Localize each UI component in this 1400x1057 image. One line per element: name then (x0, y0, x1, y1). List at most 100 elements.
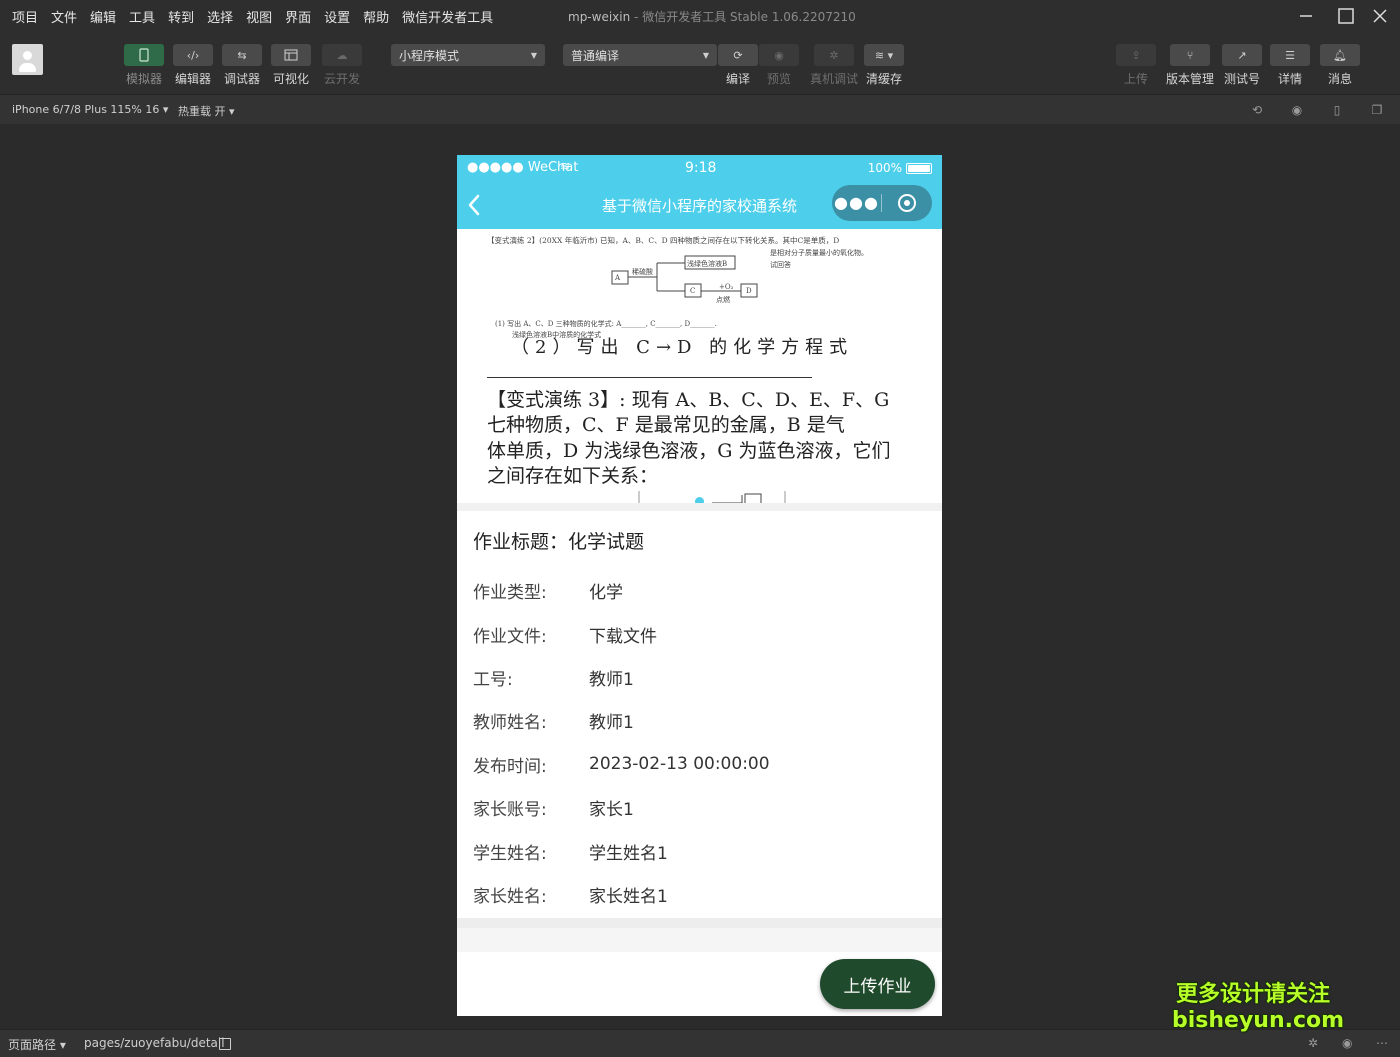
menu-select[interactable]: 选择 (207, 7, 233, 26)
menu-tools[interactable]: 工具 (129, 7, 155, 26)
tool-clear-cache[interactable]: ≋ ▾ 清缓存 (864, 44, 904, 87)
bug-icon[interactable]: ✲ (1308, 1036, 1318, 1050)
arrow-label: 稀硫酸 (632, 268, 653, 276)
tool-cloud-label: 云开发 (323, 72, 360, 86)
close-target-icon[interactable] (882, 194, 931, 212)
mode-select[interactable]: 小程序模式 ▼ (391, 44, 545, 66)
branch-icon: ⑂ (1170, 44, 1210, 66)
device-select[interactable]: iPhone 6/7/8 Plus 115% 16 ▾ (12, 103, 168, 116)
external-link-icon: ↗ (1222, 44, 1262, 66)
swiper-indicator-dot[interactable] (695, 497, 704, 503)
page-path: pages/zuoyefabu/detail (84, 1036, 225, 1050)
menu-view[interactable]: 视图 (246, 7, 272, 26)
arrow-label: +O₂ (719, 283, 734, 291)
chevron-down-icon: ▼ (530, 50, 537, 60)
minimize-button[interactable] (1286, 0, 1326, 32)
menu-project[interactable]: 项目 (12, 7, 38, 26)
copy-icon[interactable] (219, 1038, 231, 1050)
hot-reload-select[interactable]: 热重载 开 ▾ (178, 103, 235, 119)
tool-preview[interactable]: ◉ 预览 (759, 44, 799, 87)
tool-remote-debug[interactable]: ✲ 真机调试 (810, 44, 858, 87)
detail-row-publish-time: 发布时间: 2023-02-13 00:00:00 (473, 743, 926, 786)
eye-icon[interactable]: ◉ (1342, 1036, 1352, 1050)
tool-debugger[interactable]: ⇆ 调试器 (222, 44, 262, 87)
tool-editor[interactable]: ‹/› 编辑器 (173, 44, 213, 87)
close-window-button[interactable] (1360, 0, 1400, 32)
tool-compile[interactable]: ⟳ 编译 (718, 44, 758, 87)
watermark-line: bisheyun.com (1172, 1008, 1345, 1033)
tool-test-account[interactable]: ↗ 测试号 (1222, 44, 1262, 87)
tool-version-label: 版本管理 (1166, 72, 1215, 86)
maximize-icon (1338, 8, 1354, 24)
avatar-head (23, 51, 32, 60)
compile-select-value: 普通编译 (571, 48, 620, 63)
menu-wechat-devtools[interactable]: 微信开发者工具 (402, 7, 493, 26)
more-icon[interactable]: ⋯ (1376, 1036, 1388, 1050)
field-label: 作业文件: (473, 626, 547, 647)
tool-cloud[interactable]: ☁ 云开发 (322, 44, 362, 87)
doc-paragraph: 体单质，D 为浅绿色溶液，G 为蓝色溶液，它们 (487, 440, 891, 462)
field-label: 学生姓名: (473, 843, 547, 864)
detail-row-teacher-name: 教师姓名: 教师1 (473, 699, 926, 742)
rotate-icon[interactable]: ⟲ (1249, 102, 1265, 118)
detail-row-student-name: 学生姓名: 学生姓名1 (473, 829, 926, 872)
menu-file[interactable]: 文件 (51, 7, 77, 26)
tool-messages-label: 消息 (1327, 72, 1352, 86)
close-icon (1373, 9, 1387, 23)
upload-homework-button[interactable]: 上传作业 (820, 959, 935, 1009)
doc-line: 是相对分子质量最小的氧化物。 (770, 249, 868, 257)
refresh-icon: ⟳ (718, 44, 758, 66)
tool-simulator[interactable]: 模拟器 (124, 44, 164, 87)
battery-icon (906, 162, 932, 174)
menu-settings[interactable]: 设置 (324, 7, 350, 26)
doc-paragraph: 之间存在如下关系： (487, 465, 659, 487)
tool-details[interactable]: ☰ 详情 (1270, 44, 1310, 87)
detach-window-icon[interactable]: ❐ (1369, 102, 1385, 118)
more-dots-icon[interactable]: ●●● (832, 195, 881, 211)
tool-visual[interactable]: 可视化 (271, 44, 311, 87)
window-title: mp-weixin - 微信开发者工具 Stable 1.06.2207210 (568, 8, 856, 25)
user-avatar[interactable] (12, 44, 43, 75)
image-swiper[interactable]: 【变式演练 2】(20XX 年临沂市) 已知，A、B、C、D 四种物质之间存在以… (457, 229, 942, 511)
menu-edit[interactable]: 编辑 (90, 7, 116, 26)
detail-row-parent-account: 家长账号: 家长1 (473, 786, 926, 829)
download-file-link[interactable]: 下载文件 (589, 622, 657, 647)
doc-question: (1) 写出 A、C、D 三种物质的化学式: A_______, C______… (495, 320, 717, 328)
battery-percent: 100% (867, 161, 902, 175)
page-path-select[interactable]: 页面路径 ▾ (8, 1036, 66, 1053)
compile-select[interactable]: 普通编译 ▼ (563, 44, 717, 66)
tool-remote-debug-label: 真机调试 (810, 72, 859, 86)
menu-help[interactable]: 帮助 (363, 7, 389, 26)
menu-interface[interactable]: 界面 (285, 7, 311, 26)
menu-icon: ☰ (1270, 44, 1310, 66)
tool-upload[interactable]: ⇪ 上传 (1116, 44, 1156, 87)
field-value: 家长1 (589, 800, 634, 821)
window-title-ide: 微信开发者工具 Stable 1.06.2207210 (642, 10, 856, 24)
tool-editor-label: 编辑器 (174, 72, 211, 86)
eye-icon: ◉ (759, 44, 799, 66)
field-label: 家长账号: (473, 800, 547, 821)
box-b-label: 浅绿色溶液B (687, 260, 728, 268)
box-d-label: D (746, 287, 752, 295)
menu-bar: 项目 文件 编辑 工具 转到 选择 视图 界面 设置 帮助 微信开发者工具 mp… (0, 0, 1400, 32)
status-time: 9:18 (685, 160, 717, 176)
field-label: 发布时间: (473, 756, 547, 777)
field-value: 化学 (589, 583, 623, 604)
tool-debugger-label: 调试器 (223, 72, 260, 86)
detail-row-teacher-id: 工号: 教师1 (473, 656, 926, 699)
homework-image: 【变式演练 2】(20XX 年临沂市) 已知，A、B、C、D 四种物质之间存在以… (457, 229, 942, 503)
homework-detail: 作业标题：化学试题 作业类型: 化学 作业文件: 下载文件 工号: 教师1 教师… (457, 511, 942, 916)
code-icon: ‹/› (173, 44, 213, 66)
tool-messages[interactable]: 🔔︎ 消息 (1320, 44, 1360, 87)
tool-version[interactable]: ⑂ 版本管理 (1166, 44, 1214, 87)
record-icon[interactable]: ◉ (1289, 102, 1305, 118)
tool-preview-label: 预览 (766, 72, 791, 86)
homework-title: 作业标题：化学试题 (473, 531, 645, 553)
cloud-icon: ☁ (322, 44, 362, 66)
wifi-icon: ≋ (560, 159, 571, 173)
section-divider (457, 918, 942, 952)
device-icon[interactable]: ▯ (1329, 102, 1345, 118)
tool-test-account-label: 测试号 (1223, 72, 1260, 86)
answer-line (487, 377, 812, 378)
menu-goto[interactable]: 转到 (168, 7, 194, 26)
